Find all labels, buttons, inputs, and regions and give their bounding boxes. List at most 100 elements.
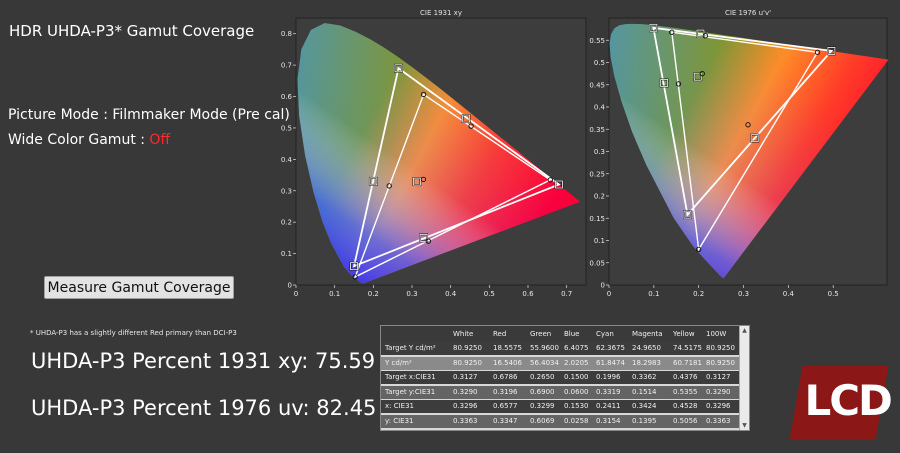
- table-cell: 2.0205: [564, 358, 589, 367]
- table-cell: 0.5355: [673, 387, 698, 396]
- scroll-down-icon[interactable]: ▼: [741, 422, 748, 429]
- y-tick-label: 0: [288, 282, 292, 290]
- column-header: Cyan: [596, 330, 614, 338]
- x-tick-label: 0.2: [368, 290, 379, 298]
- y-tick-label: 0.15: [589, 215, 605, 223]
- table-cell: 0.3127: [706, 373, 731, 381]
- percent-1931-xy: UHDA-P3 Percent 1931 xy: 75.59: [31, 349, 376, 373]
- row-label: Y cd/m²: [385, 358, 412, 367]
- y-tick-label: 0.4: [281, 156, 293, 164]
- wide-color-gamut-label: Wide Color Gamut :: [8, 132, 150, 148]
- table-cell: 0.0600: [564, 387, 589, 396]
- y-tick-label: 0.35: [589, 126, 605, 134]
- table-cell: 0.1395: [632, 416, 657, 425]
- x-tick-label: 0.7: [561, 290, 572, 298]
- table-cell: 0.2650: [530, 373, 555, 381]
- table-cell: 61.8474: [596, 358, 625, 367]
- x-tick-label: 0.3: [406, 290, 417, 298]
- table-row[interactable]: x: CIE31 0.3296 0.6577 0.3299 0.1530 0.2411 0.…: [381, 400, 741, 413]
- page-title: HDR UHDA-P3* Gamut Coverage: [9, 22, 255, 40]
- wide-color-gamut-row: Wide Color Gamut : Off: [8, 132, 170, 148]
- lcd-logo: LCD: [789, 366, 891, 440]
- table-cell: 55.9600: [530, 344, 559, 352]
- y-tick-label: 0.55: [589, 37, 605, 45]
- table-cell: 0.6786: [493, 373, 518, 381]
- table-row[interactable]: Target y:CIE31 0.3290 0.3196 0.6900 0.0600 0.…: [381, 385, 741, 399]
- percent-1976-uv: UHDA-P3 Percent 1976 uv: 82.45: [31, 396, 377, 420]
- table-cell: 0.3363: [706, 416, 731, 425]
- column-header: Blue: [564, 330, 580, 338]
- table-cell: 0.3424: [632, 402, 657, 410]
- x-tick-label: 0.4: [445, 290, 457, 298]
- table-cell: 80.9250: [453, 344, 482, 352]
- y-tick-label: 0.8: [281, 30, 292, 38]
- x-tick-label: 0.3: [738, 290, 749, 298]
- x-tick-label: 0.1: [329, 290, 340, 298]
- y-tick-label: 0: [601, 282, 605, 290]
- table-cell: 0.3296: [706, 402, 731, 410]
- y-tick-label: 0.4: [594, 104, 606, 112]
- table-cell: 60.7181: [673, 358, 702, 367]
- table-cell: 56.4034: [530, 358, 559, 367]
- measurement-table[interactable]: White Red Green Blue Cyan Magenta Yellow 100W T…: [380, 325, 750, 431]
- column-header: Green: [530, 330, 552, 338]
- table-cell: 16.5406: [493, 358, 522, 367]
- picture-mode-label: Picture Mode : Filmmaker Mode (Pre cal): [8, 107, 290, 123]
- column-header: Red: [493, 330, 507, 338]
- column-header: 100W: [706, 330, 727, 338]
- cie-1976-uv-chart: CIE 1976 u'v' 0 0.1 0.2 0.3 0.4 0.5 0 0.05 0.1 0.1…: [589, 9, 889, 298]
- table-cell: 0.3296: [453, 402, 478, 410]
- column-header: White: [453, 330, 474, 338]
- measure-gamut-coverage-button[interactable]: Measure Gamut Coverage: [44, 276, 234, 299]
- x-tick-label: 0.5: [484, 290, 495, 298]
- table-cell: 0.1530: [564, 402, 589, 410]
- table-header: White Red Green Blue Cyan Magenta Yellow 100W: [381, 326, 741, 342]
- footnote: * UHDA-P3 has a slightly different Red p…: [30, 329, 237, 337]
- y-tick-label: 0.1: [594, 237, 605, 245]
- y-tick-label: 0.7: [281, 62, 292, 70]
- table-cell: 0.3196: [493, 387, 518, 396]
- table-cell: 0.1500: [564, 373, 589, 381]
- table-cell: 0.6577: [493, 402, 518, 410]
- table-cell: 0.6900: [530, 387, 555, 396]
- table-row[interactable]: Target Y cd/m² 80.9250 18.5575 55.9600 6.407…: [381, 342, 741, 355]
- row-label: Target y:CIE31: [385, 387, 436, 396]
- column-header: Magenta: [632, 330, 663, 338]
- x-tick-label: 0.1: [648, 290, 659, 298]
- table-cell: 18.5575: [493, 344, 522, 352]
- table-cell: 0.6069: [530, 416, 555, 425]
- y-tick-label: 0.45: [589, 81, 605, 89]
- table-cell: 0.3299: [530, 402, 555, 410]
- x-tick-label: 0: [294, 290, 298, 298]
- table-cell: 74.5175: [673, 344, 702, 352]
- row-label: Target x:CIE31: [385, 373, 436, 381]
- table-cell: 0.3127: [453, 373, 478, 381]
- table-cell: 24.9650: [632, 344, 661, 352]
- y-tick-label: 0.3: [281, 187, 292, 195]
- y-tick-label: 0.6: [281, 93, 293, 101]
- table-cell: 0.3290: [453, 387, 478, 396]
- x-tick-label: 0.5: [828, 290, 839, 298]
- scroll-up-icon[interactable]: ▲: [741, 327, 748, 334]
- table-cell: 0.3347: [493, 416, 518, 425]
- table-cell: 18.2983: [632, 358, 661, 367]
- table-cell: 0.3154: [596, 416, 621, 425]
- row-label: x: CIE31: [385, 402, 415, 410]
- table-row[interactable]: Target x:CIE31 0.3127 0.6786 0.2650 0.1500 0.…: [381, 371, 741, 384]
- table-cell: 80.9250: [706, 344, 735, 352]
- table-row[interactable]: y: CIE31 0.3363 0.3347 0.6069 0.0258 0.3154 0.…: [381, 414, 741, 428]
- table-cell: 6.4075: [564, 344, 589, 352]
- table-cell: 62.3675: [596, 344, 625, 352]
- table-cell: 80.9250: [706, 358, 735, 367]
- x-tick-label: 0.6: [522, 290, 534, 298]
- row-label: y: CIE31: [385, 416, 414, 425]
- table-cell: 0.3290: [706, 387, 731, 396]
- y-tick-label: 0.2: [594, 193, 605, 201]
- chart-title: CIE 1931 xy: [420, 9, 462, 17]
- chart-title: CIE 1976 u'v': [725, 9, 771, 17]
- table-cell: 0.3362: [632, 373, 657, 381]
- table-row[interactable]: Y cd/m² 80.9250 16.5406 56.4034 2.0205 61.847…: [381, 356, 741, 370]
- y-tick-label: 0.5: [281, 124, 292, 132]
- table-scrollbar[interactable]: ▲ ▼: [739, 326, 749, 430]
- table-cell: 0.5056: [673, 416, 698, 425]
